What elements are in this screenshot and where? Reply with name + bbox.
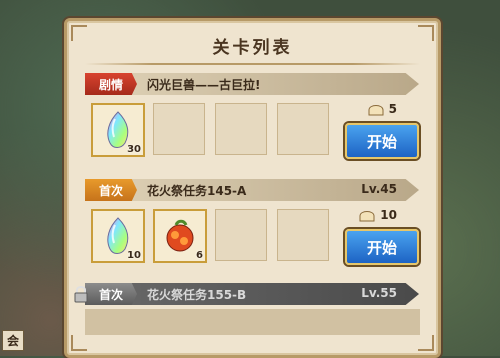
stage-banner: 剧情 闪光巨兽——古巨拉! — [85, 73, 419, 95]
start-button[interactable]: 开始 — [345, 229, 419, 265]
stamina-value: 5 — [388, 102, 397, 116]
stage-banner: 首次 花火祭任务155-B Lv.55 — [85, 283, 419, 305]
empty-reward-slot — [277, 209, 329, 261]
stage-entry-locked[interactable]: 首次 花火祭任务155-B Lv.55 — [74, 283, 419, 305]
bread-icon — [368, 105, 384, 116]
stage-name: 花火祭任务155-B — [147, 288, 247, 302]
next-row-preview — [85, 309, 420, 335]
reward-slot[interactable]: 30 — [91, 103, 145, 157]
empty-reward-slot — [215, 209, 267, 261]
reward-count: 10 — [127, 250, 141, 261]
stamina-cost: 5 — [367, 101, 397, 117]
first-clear-tag: 首次 — [85, 179, 137, 201]
stage-entry[interactable]: 剧情 闪光巨兽——古巨拉! 30 5 开始 — [85, 73, 419, 165]
story-tag: 剧情 — [85, 73, 137, 95]
map-location-label[interactable]: 会 — [2, 330, 25, 351]
stage-reward-row: 10 6 10 开始 — [85, 201, 419, 271]
stage-level: Lv.55 — [361, 286, 397, 300]
panel-title: 关卡列表 — [212, 38, 293, 58]
empty-reward-slot — [215, 103, 267, 155]
empty-reward-slot — [153, 103, 205, 155]
stage-banner: 首次 花火祭任务145-A Lv.45 — [85, 179, 419, 201]
stamina-cost: 10 — [358, 207, 397, 223]
stage-reward-row: 30 5 开始 — [85, 95, 419, 165]
lock-icon — [74, 286, 88, 303]
stage-entry[interactable]: 首次 花火祭任务145-A Lv.45 10 6 10 开始 — [85, 179, 419, 271]
reward-slot[interactable]: 6 — [153, 209, 207, 263]
stage-name: 花火祭任务145-A — [147, 184, 247, 198]
stage-level: Lv.45 — [361, 182, 397, 196]
bread-icon — [359, 211, 375, 222]
empty-reward-slot — [277, 103, 329, 155]
stage-list-panel: 关卡列表 剧情 闪光巨兽——古巨拉! 30 5 开始 首次 花火祭任务145-A… — [64, 18, 441, 358]
reward-count: 6 — [196, 250, 203, 261]
fire-fruit-icon — [166, 219, 194, 252]
title-divider — [85, 63, 420, 65]
frame-corner — [71, 335, 87, 351]
frame-corner — [418, 335, 434, 351]
stage-name: 闪光巨兽——古巨拉! — [147, 78, 261, 92]
start-button[interactable]: 开始 — [345, 123, 419, 159]
reward-slot[interactable]: 10 — [91, 209, 145, 263]
first-clear-tag: 首次 — [85, 283, 137, 305]
reward-count: 30 — [127, 144, 141, 155]
stamina-value: 10 — [380, 208, 397, 222]
